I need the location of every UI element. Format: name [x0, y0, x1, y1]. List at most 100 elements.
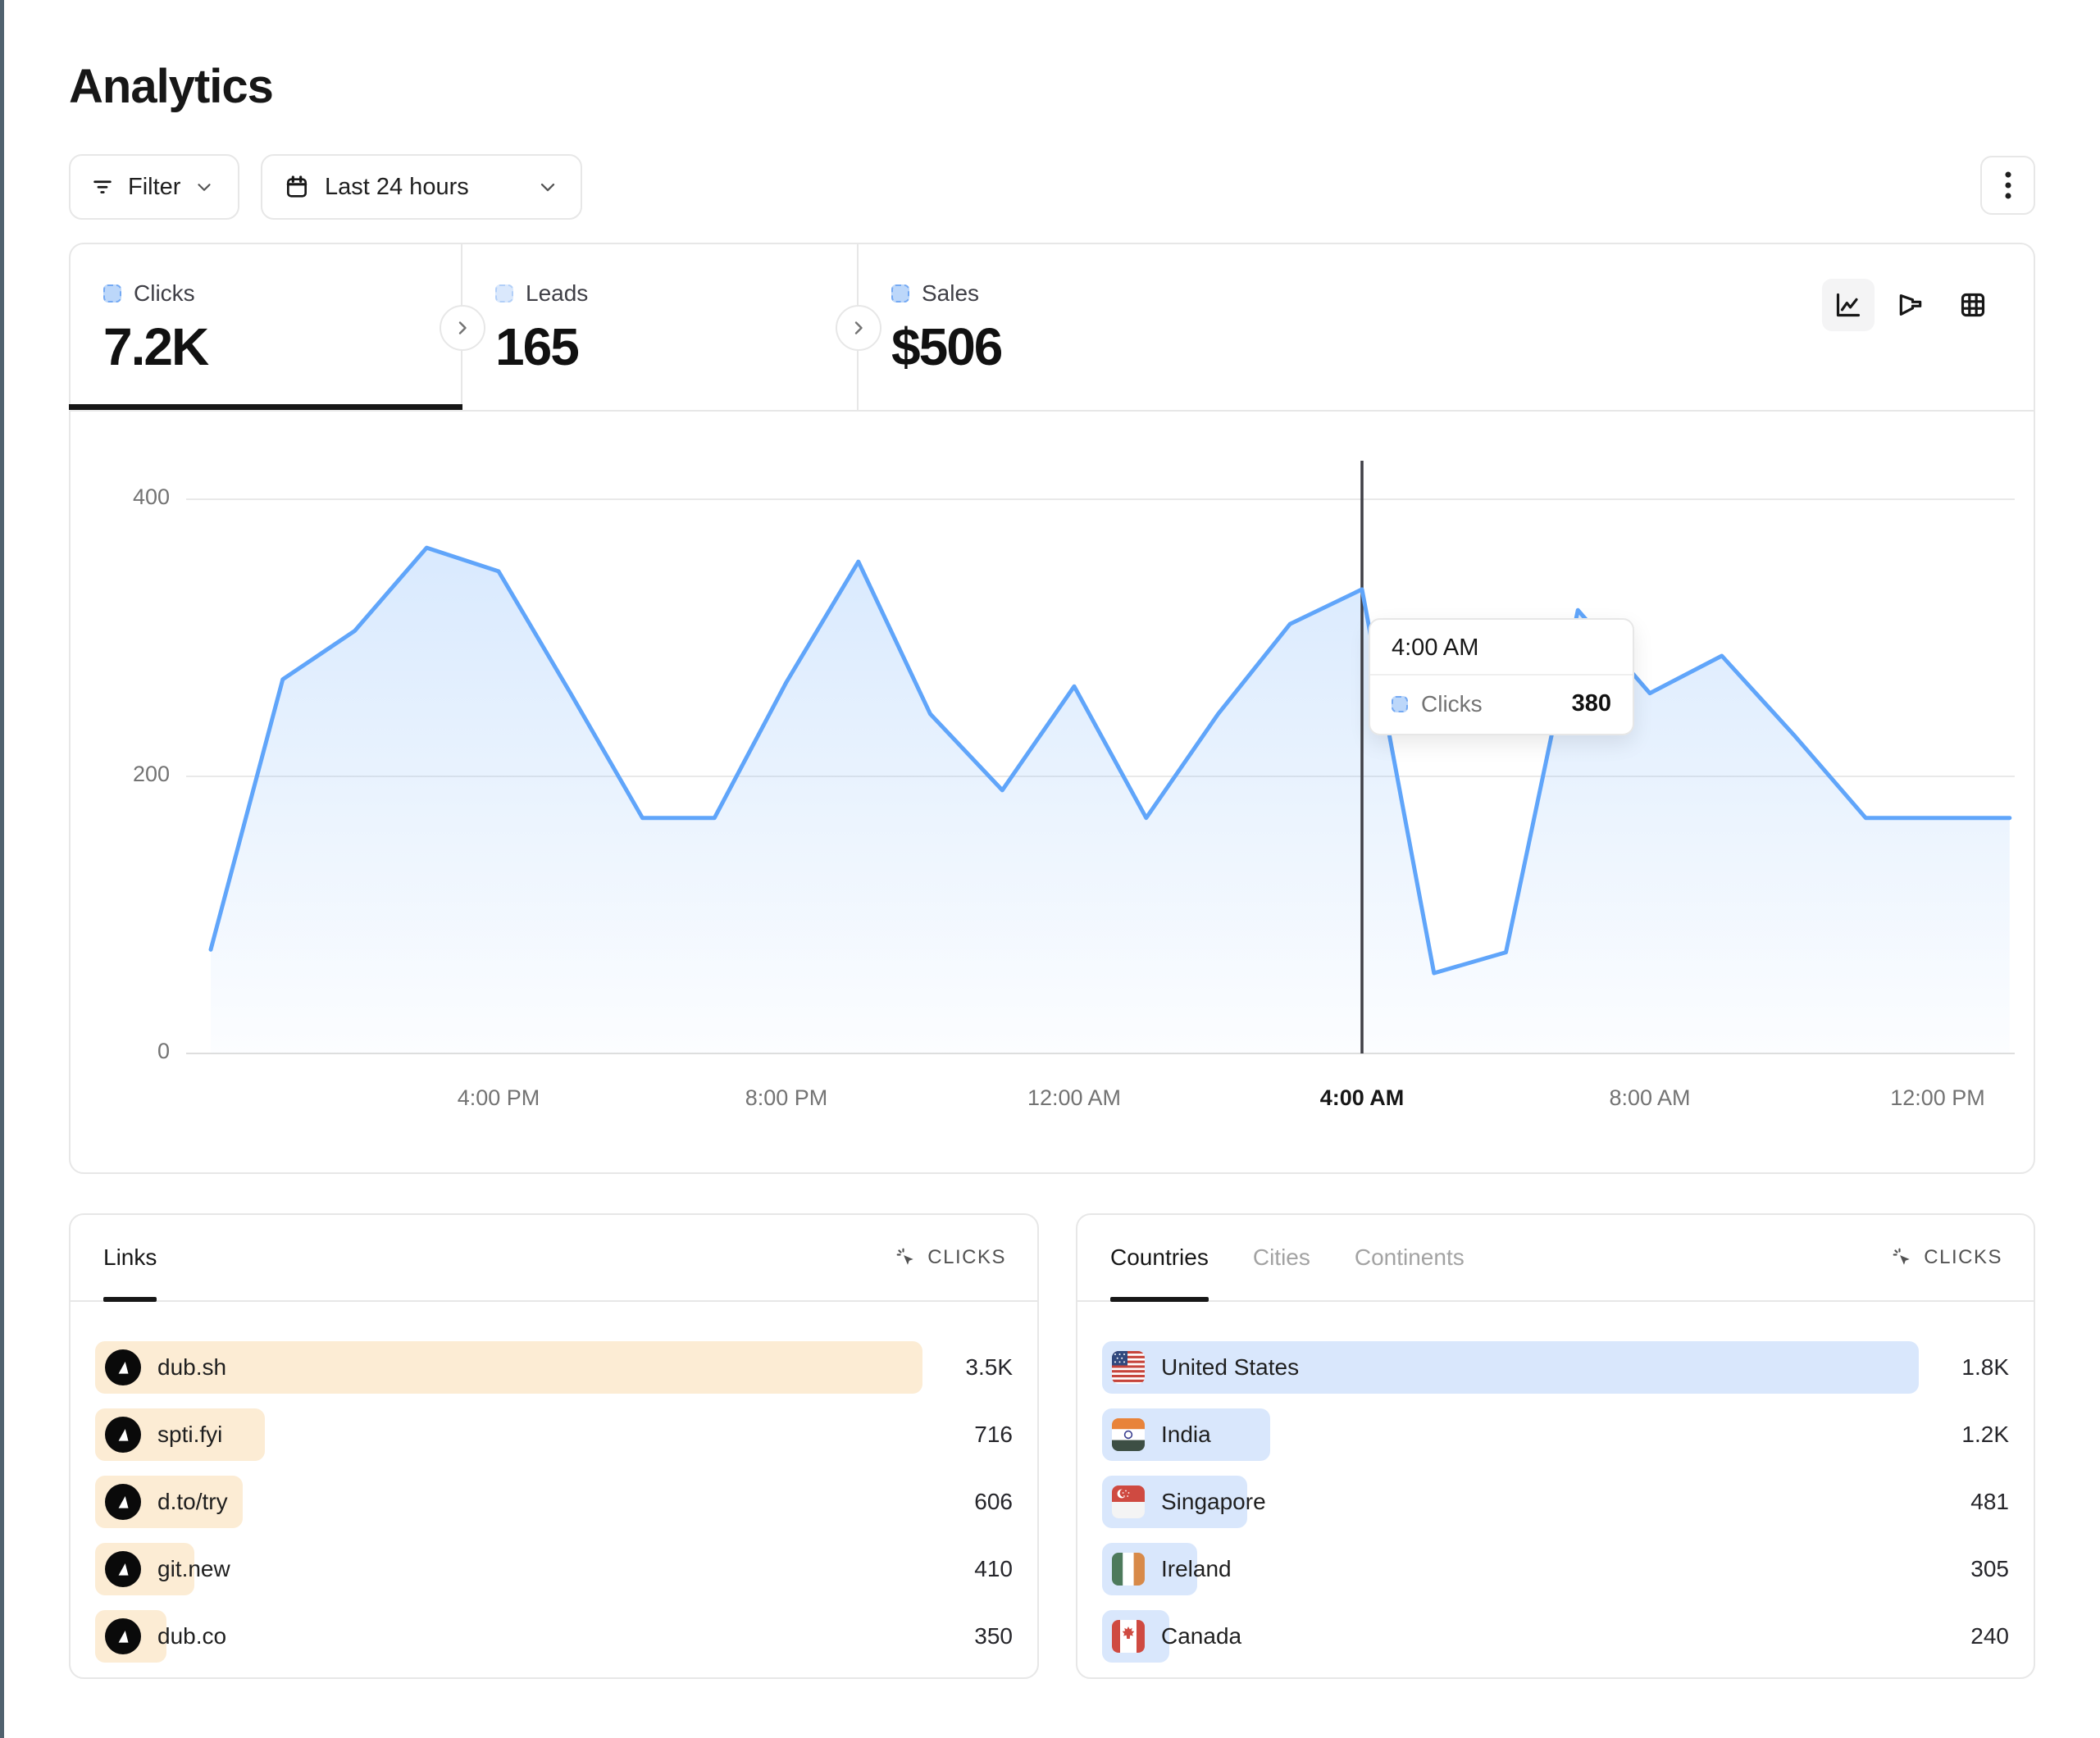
table-view-button[interactable]	[1947, 279, 1999, 331]
more-menu-button[interactable]	[1980, 156, 2035, 215]
stat-label: Sales	[922, 280, 979, 307]
funnel-chart-view-button[interactable]	[1884, 279, 1937, 331]
x-tick-label: 12:00 AM	[1000, 1085, 1148, 1111]
tab-countries[interactable]: Countries	[1110, 1215, 1209, 1300]
clicks-legend-chip	[1392, 696, 1408, 712]
item-label: git.new	[157, 1556, 230, 1582]
chevron-down-icon	[536, 175, 559, 198]
item-label: Ireland	[1161, 1556, 1232, 1582]
geo-tabs: Countries Cities Continents	[1110, 1215, 1465, 1300]
cursor-click-icon	[895, 1246, 918, 1269]
clicks-legend-chip	[103, 284, 121, 303]
line-chart-icon	[1832, 289, 1865, 321]
list-item[interactable]: dub.co 350	[95, 1610, 1013, 1663]
filter-lines-icon	[90, 175, 115, 199]
x-tick-label: 4:00 PM	[425, 1085, 572, 1111]
tab-label: Continents	[1355, 1244, 1465, 1271]
cursor-click-icon	[1891, 1246, 1914, 1269]
area-chart-canvas	[71, 412, 2035, 1174]
links-list: dub.sh 3.5K spti.fyi 716 d.to/try606 git.new 4…	[71, 1341, 1037, 1663]
line-chart-view-button[interactable]	[1822, 279, 1875, 331]
item-value: 305	[1970, 1543, 2009, 1595]
item-label: dub.co	[157, 1623, 226, 1649]
list-item[interactable]: git.new 410	[95, 1543, 1013, 1595]
x-tick-label: 8:00 PM	[713, 1085, 860, 1111]
tab-label: Links	[103, 1244, 157, 1271]
x-tick-label: 4:00 AM	[1288, 1085, 1436, 1111]
item-label: dub.sh	[157, 1354, 226, 1381]
list-item[interactable]: spti.fyi 716	[95, 1408, 1013, 1461]
dub-logo-icon	[105, 1484, 141, 1520]
list-item[interactable]: dub.sh 3.5K	[95, 1341, 1013, 1394]
chevron-right-icon	[849, 318, 868, 338]
stat-label: Clicks	[134, 280, 195, 307]
leads-legend-chip	[495, 284, 513, 303]
dub-logo-icon	[105, 1551, 141, 1587]
clicks-time-series-chart[interactable]: 0 200 400 4:00 PM 8:00 PM 12:00 AM 4:00 AM 8:0…	[71, 412, 2035, 1174]
expand-leads-sales-button[interactable]	[836, 305, 881, 351]
list-item[interactable]: d.to/try606	[95, 1476, 1013, 1528]
stat-value: 7.2K	[103, 316, 461, 377]
x-tick-label: 8:00 AM	[1576, 1085, 1724, 1111]
links-panel: Links CLICKS dub.sh 3.5K spti.fyi 716 d.to/t…	[69, 1213, 1039, 1679]
item-value: 606	[974, 1476, 1013, 1528]
item-value: 3.5K	[965, 1341, 1013, 1394]
y-tick-label: 400	[96, 485, 170, 510]
links-metric-sort[interactable]: CLICKS	[895, 1246, 1006, 1269]
stat-tab-clicks[interactable]: Clicks 7.2K	[71, 244, 462, 410]
tab-continents[interactable]: Continents	[1355, 1215, 1465, 1300]
tab-label: Cities	[1253, 1244, 1310, 1271]
y-tick-label: 200	[96, 762, 170, 787]
item-value: 1.8K	[1961, 1341, 2009, 1394]
tab-cities[interactable]: Cities	[1253, 1215, 1310, 1300]
list-item[interactable]: Ireland 305	[1102, 1543, 2009, 1595]
list-item[interactable]: Singapore481	[1102, 1476, 2009, 1528]
stat-tab-leads[interactable]: Leads 165	[462, 244, 859, 410]
tooltip-time: 4:00 AM	[1370, 620, 1633, 676]
item-value: 481	[1970, 1476, 2009, 1528]
item-label: spti.fyi	[157, 1422, 222, 1448]
analytics-page: Analytics Filter Last 24 hours	[0, 0, 2100, 1738]
list-item[interactable]: India1.2K	[1102, 1408, 2009, 1461]
item-value: 716	[974, 1408, 1013, 1461]
funnel-chart-icon	[1894, 289, 1927, 321]
filter-button[interactable]: Filter	[69, 154, 239, 220]
date-range-button[interactable]: Last 24 hours	[261, 154, 582, 220]
x-tick-label: 12:00 PM	[1864, 1085, 2011, 1111]
stat-value: $506	[891, 316, 1285, 377]
item-value: 410	[974, 1543, 1013, 1595]
tab-links[interactable]: Links	[103, 1215, 157, 1300]
metric-label: CLICKS	[927, 1246, 1006, 1269]
stats-header: Clicks 7.2K Leads 165 Sales $506	[71, 244, 2034, 412]
links-tabs: Links	[103, 1215, 157, 1300]
stat-tab-sales[interactable]: Sales $506	[859, 244, 1285, 410]
flag-india-icon	[1112, 1418, 1145, 1451]
list-item[interactable]: Canada240	[1102, 1610, 2009, 1663]
flag-canada-icon	[1112, 1620, 1145, 1653]
date-range-label: Last 24 hours	[325, 174, 469, 201]
sales-legend-chip	[891, 284, 909, 303]
calendar-icon	[284, 174, 310, 200]
tooltip-series-label: Clicks	[1421, 691, 1483, 717]
kebab-menu-icon	[1996, 169, 2020, 202]
stat-label: Leads	[526, 280, 588, 307]
countries-metric-sort[interactable]: CLICKS	[1891, 1246, 2002, 1269]
expand-clicks-leads-button[interactable]	[440, 305, 485, 351]
chevron-right-icon	[453, 318, 472, 338]
flag-singapore-icon	[1112, 1485, 1145, 1518]
dub-logo-icon	[105, 1618, 141, 1654]
chart-tooltip: 4:00 AM Clicks 380	[1369, 618, 1634, 735]
table-grid-icon	[1957, 289, 1989, 321]
item-label: United States	[1161, 1354, 1299, 1381]
filter-button-label: Filter	[128, 174, 180, 201]
y-tick-label: 0	[96, 1039, 170, 1064]
stat-value: 165	[495, 316, 857, 377]
page-title: Analytics	[69, 59, 273, 114]
list-item[interactable]: United States 1.8K	[1102, 1341, 2009, 1394]
dub-logo-icon	[105, 1349, 141, 1385]
tab-label: Countries	[1110, 1244, 1209, 1271]
countries-list: United States 1.8K India1.2K Singapore481 Ir…	[1077, 1341, 2034, 1663]
analytics-card: Clicks 7.2K Leads 165 Sales $506	[69, 243, 2035, 1174]
item-value: 1.2K	[1961, 1408, 2009, 1461]
item-value: 350	[974, 1610, 1013, 1663]
